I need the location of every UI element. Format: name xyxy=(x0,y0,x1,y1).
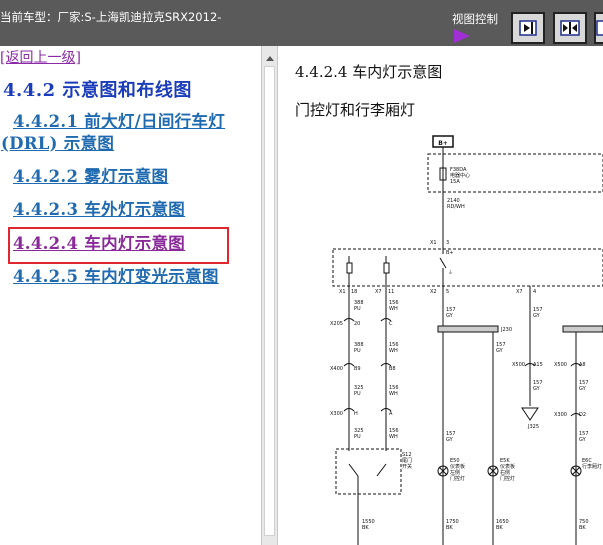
xh: H xyxy=(354,411,358,417)
w3b: PU xyxy=(354,348,361,354)
b9: B9 xyxy=(354,366,361,372)
gnd-label: ⏚ xyxy=(448,269,453,276)
toc-link-4-4-2-2[interactable]: 4.4.2.2 雾灯示意图 xyxy=(13,166,168,188)
wiring-diagram: B+ F38DA 电器中心 15A 2140 RD/WH X1 3 B+ ⏚ X… xyxy=(330,135,603,545)
bplus-label: B+ xyxy=(438,140,448,147)
document-subheading: 门控灯和行李厢灯 xyxy=(295,101,416,119)
e50c: 门控灯 xyxy=(450,475,465,482)
w5b: PU xyxy=(354,391,361,397)
c-x1: X1 xyxy=(339,289,346,295)
x500bn: A8 xyxy=(579,362,586,368)
toc-link-4-4-2-1[interactable]: 4.4.2.1 前大灯/日间行车灯 (DRL) 示意图 xyxy=(1,111,256,155)
back-link[interactable]: [返回上一级] xyxy=(0,47,81,67)
x500n: A15 xyxy=(533,362,543,368)
x205: X205 xyxy=(330,321,343,327)
show-right-pane-button[interactable] xyxy=(511,12,545,44)
w10b: GY xyxy=(533,313,541,319)
e6ca: 行李厢灯 xyxy=(582,463,602,470)
c-x7an: 11 xyxy=(388,289,394,295)
content-pane: 4.4.2.4 车内灯示意图 门控灯和行李厢灯 B+ F38DA 电器中心 15… xyxy=(278,46,603,545)
view-control-label: 视图控制 xyxy=(452,12,498,26)
w6b: WH xyxy=(389,391,398,397)
x1-num: 3 xyxy=(446,240,449,246)
w12b: GY xyxy=(533,386,541,392)
w14b: GY xyxy=(446,437,454,443)
b8: B8 xyxy=(389,366,396,372)
section-title: 4.4.2 示意图和布线图 xyxy=(3,80,192,101)
split-arrows-icon xyxy=(560,20,580,36)
e5kb: 右侧 xyxy=(500,469,510,476)
j325: J325 xyxy=(527,424,539,430)
w16b: BK xyxy=(446,525,453,531)
bplus2-label: B+ xyxy=(446,250,454,256)
toc-link-4-4-2-3[interactable]: 4.4.2.3 车外灯示意图 xyxy=(13,199,185,221)
show-left-pane-button[interactable] xyxy=(594,12,603,44)
w7b: PU xyxy=(354,434,361,440)
x1-pin: X1 xyxy=(430,240,437,246)
x205c: C xyxy=(389,321,393,327)
scrollbar-thumb[interactable] xyxy=(264,66,275,536)
x300b: X300 xyxy=(554,412,567,418)
arrow-left-bar-icon xyxy=(596,20,603,36)
c-x1n: 18 xyxy=(351,289,357,295)
x300bn: D2 xyxy=(579,412,586,418)
c-x2: X2 xyxy=(430,289,437,295)
w15b: GY xyxy=(579,437,587,443)
w8b: WH xyxy=(389,434,398,440)
wire-col-fuse: RD/WH xyxy=(447,204,465,210)
top-toolbar: 当前车型：厂家:S-上海凯迪拉克SRX2012- 视图控制 xyxy=(0,0,603,46)
c-x7bn: 4 xyxy=(533,289,536,295)
w13b: GY xyxy=(579,386,587,392)
c-x2n: 5 xyxy=(446,289,449,295)
app-window: 当前车型：厂家:S-上海凯迪拉克SRX2012- 视图控制 [返回上一级] 4.… xyxy=(0,0,603,545)
document-heading: 4.4.2.4 车内灯示意图 xyxy=(295,63,443,81)
w17b: BK xyxy=(496,525,503,531)
w1b: PU xyxy=(354,306,361,312)
pane-splitter[interactable] xyxy=(261,46,278,545)
w2b: WH xyxy=(389,306,398,312)
e50b: 左侧 xyxy=(450,469,460,476)
fuse-amp: 15A xyxy=(450,179,460,185)
toc-link-4-4-2-5[interactable]: 4.4.2.5 车内灯变光示意图 xyxy=(1,266,256,288)
s12b: 开关 xyxy=(402,463,412,470)
navigation-pane: [返回上一级] 4.4.2 示意图和布线图 4.4.2.1 前大灯/日间行车灯 … xyxy=(0,46,261,545)
play-icon[interactable] xyxy=(454,29,470,43)
w4b: WH xyxy=(389,348,398,354)
e50a: 仪表板 xyxy=(450,463,465,470)
toc-link-4-4-2-4[interactable]: 4.4.2.4 车内灯示意图 xyxy=(13,233,185,255)
x205n: 20 xyxy=(354,321,360,327)
w11b: GY xyxy=(496,348,504,354)
s12a: 尾门 xyxy=(402,457,412,464)
x400: X400 xyxy=(330,366,343,372)
x500: X500 xyxy=(512,362,525,368)
current-vehicle-label: 当前车型：厂家:S-上海凯迪拉克SRX2012- xyxy=(0,10,222,24)
xa: A xyxy=(389,411,393,417)
w18b: BK xyxy=(362,525,369,531)
j230: J230 xyxy=(500,327,512,333)
split-view-button[interactable] xyxy=(553,12,587,44)
c-x7a: X7 xyxy=(375,289,382,295)
c-x7b: X7 xyxy=(516,289,523,295)
scroll-up-icon[interactable] xyxy=(266,56,274,61)
w9b: GY xyxy=(446,313,454,319)
arrow-right-bar-icon xyxy=(519,20,537,36)
w19b: BK xyxy=(579,525,586,531)
fuse-desc: 电器中心 xyxy=(450,172,470,179)
e5ka: 仪表板 xyxy=(500,463,515,470)
e5kc: 门控灯 xyxy=(500,475,515,482)
x300: X300 xyxy=(330,411,343,417)
x500b: X500 xyxy=(554,362,567,368)
